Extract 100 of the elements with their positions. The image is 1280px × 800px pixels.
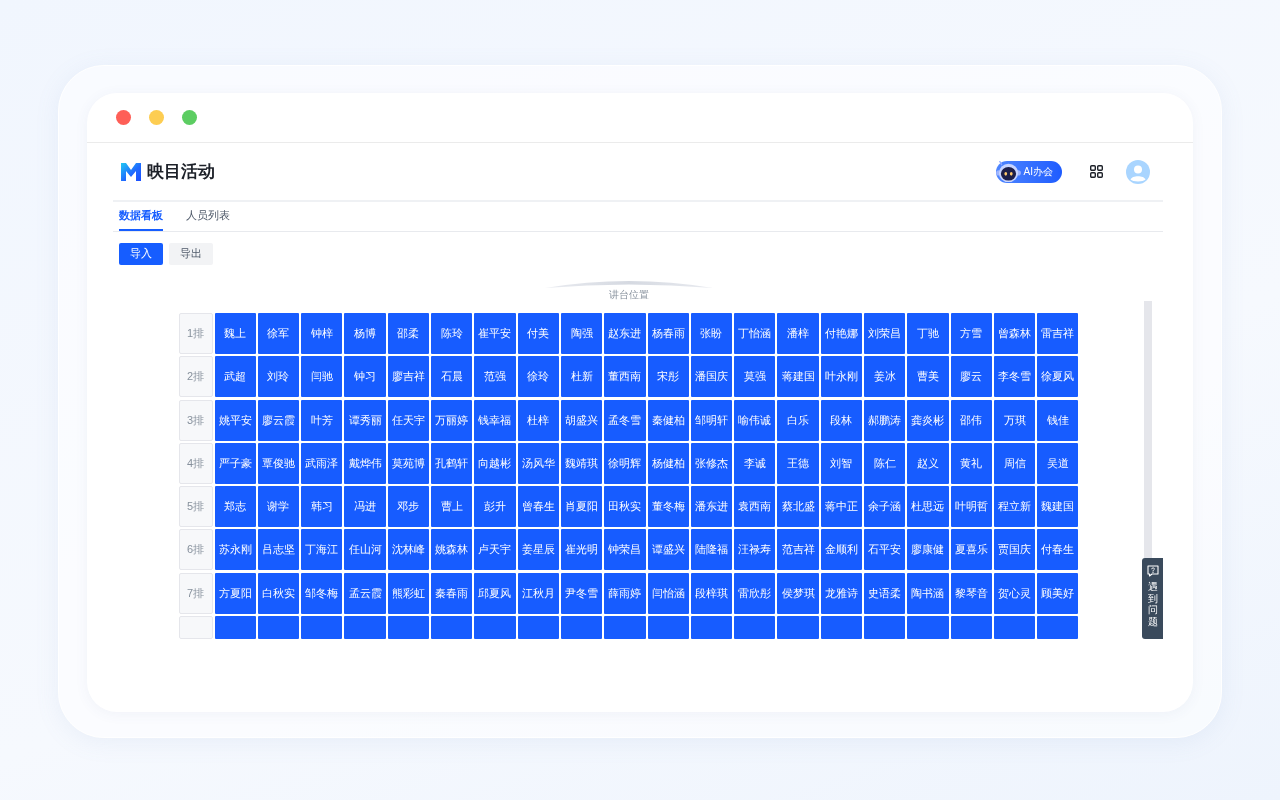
seat-cell: 白秋实 (257, 572, 300, 614)
seat-cell: 龙雅诗 (820, 572, 862, 614)
row-label-cell (178, 616, 213, 639)
seat-cell: 廖吉祥 (387, 356, 429, 398)
seat-cell: 姚森林 (431, 529, 473, 571)
row-label-cell: 1排 (178, 313, 213, 354)
seat-cell: 邹明轩 (690, 399, 733, 441)
seat-cell: 汤风华 (517, 442, 559, 484)
ai-assistant-button[interactable]: AI办会 (995, 160, 1062, 183)
seat-cell: 邹冬梅 (301, 572, 343, 614)
seat-cell: 顾美好 (1037, 572, 1079, 614)
seat-cell: 曹美 (907, 356, 949, 398)
row-label-cell: 6排 (178, 529, 213, 571)
seat-cell: 王德 (777, 442, 819, 484)
avatar-icon[interactable] (1126, 159, 1150, 184)
seat-cell: 付美 (517, 313, 559, 354)
seat-cell: 宋彤 (647, 356, 689, 398)
seat-cell: 尹冬雪 (560, 572, 603, 614)
seat-cell: 谭盛兴 (647, 529, 689, 571)
seat-cell: 范吉祥 (777, 529, 819, 571)
seat-cell: 秦春雨 (431, 572, 473, 614)
seat-cell: 陶强 (560, 313, 603, 354)
seat-cell: 姚平安 (214, 399, 256, 441)
seat-cell: 袁西南 (734, 486, 776, 528)
primary-button[interactable]: 导入 (119, 243, 163, 265)
seat-cell: 任山河 (344, 529, 386, 571)
tab[interactable]: 人员列表 (186, 202, 230, 231)
seat-cell: 廖云霞 (257, 399, 300, 441)
seat-cell: 金顺利 (820, 529, 862, 571)
seat-cell: 吕志坚 (257, 529, 300, 571)
seat-cell: 钟梓 (301, 313, 343, 354)
seat-cell: 谢学 (257, 486, 300, 528)
seat-cell: 魏建国 (1037, 486, 1079, 528)
secondary-button[interactable]: 导出 (169, 243, 213, 265)
close-button[interactable] (116, 110, 131, 125)
seat-cell: 卢天宇 (474, 529, 516, 571)
seat-cell: 方雪 (950, 313, 992, 354)
seat-cell: 莫苑博 (387, 442, 429, 484)
help-button[interactable]: 遇到问题 (1142, 558, 1163, 639)
help-icon (1146, 565, 1159, 577)
seat-cell: 苏永刚 (214, 529, 256, 571)
seat-cell: 秦健柏 (647, 399, 689, 441)
seat-cell: 赵东进 (604, 313, 646, 354)
scrollbar[interactable] (1144, 301, 1152, 558)
seat-cell: 程立新 (993, 486, 1036, 528)
seat-cell: 陶书涵 (907, 572, 949, 614)
seat-cell: 胡盛兴 (560, 399, 603, 441)
seat-cell: 陈仁 (864, 442, 906, 484)
seat-cell: 石晨 (431, 356, 473, 398)
robot-icon (995, 160, 1021, 183)
seat-cell: 雷欣彤 (734, 572, 776, 614)
logo-icon (121, 162, 141, 181)
seat-cell: 曹上 (431, 486, 473, 528)
seat-cell: 崔光明 (560, 529, 603, 571)
seat-cell: 郝鹏涛 (864, 399, 906, 441)
seat-cell: 向越彬 (474, 442, 516, 484)
seat-cell: 钟习 (344, 356, 386, 398)
grid-icon[interactable] (1090, 165, 1103, 178)
seat-cell: 崔平安 (474, 313, 516, 354)
seat-cell: 汪禄寿 (734, 529, 776, 571)
seat-cell: 江秋月 (517, 572, 559, 614)
seat-cell: 韩习 (301, 486, 343, 528)
stage-label: 讲台位置 (608, 288, 649, 301)
row-label-cell: 4排 (178, 442, 213, 484)
maximize-button[interactable] (182, 110, 197, 125)
seat-cell: 蔡北盛 (777, 486, 819, 528)
seat-cell: 武超 (214, 356, 256, 398)
seat-cell: 黄礼 (950, 442, 992, 484)
seat-cell: 丁怡涵 (734, 313, 776, 354)
seat-cell: 闫怡涵 (647, 572, 689, 614)
seat-cell: 曾森林 (993, 313, 1036, 354)
seat-cell: 姜星辰 (517, 529, 559, 571)
tab[interactable]: 数据看板 (119, 202, 163, 231)
seat-cell: 贺心灵 (993, 572, 1036, 614)
seat-cell: 覃俊驰 (257, 442, 300, 484)
seat-cell: 谭秀丽 (344, 399, 386, 441)
seat-cell: 严子豪 (214, 442, 256, 484)
seat-cell: 邱夏风 (474, 572, 516, 614)
seat-cell: 肖夏阳 (560, 486, 603, 528)
seat-cell: 徐玲 (517, 356, 559, 398)
seat-cell: 周信 (993, 442, 1036, 484)
seat-cell: 余子涵 (864, 486, 906, 528)
seat-cell: 丁海江 (301, 529, 343, 571)
seat-cell: 史语柔 (864, 572, 906, 614)
seat-cell: 赵义 (907, 442, 949, 484)
row-label-cell: 5排 (178, 486, 213, 528)
seat-cell: 陆隆福 (690, 529, 733, 571)
seat-cell: 蒋中正 (820, 486, 862, 528)
seat-cell: 潘国庆 (690, 356, 733, 398)
seat-cell: 蒋建国 (777, 356, 819, 398)
minimize-button[interactable] (149, 110, 164, 125)
seat-cell: 闫驰 (301, 356, 343, 398)
seat-cell: 叶明哲 (950, 486, 992, 528)
seat-cell: 付艳娜 (820, 313, 862, 354)
app-title: 映目活动 (147, 160, 215, 182)
seat-cell: 吴道 (1037, 442, 1079, 484)
seat-cell: 曾春生 (517, 486, 559, 528)
seat-cell: 钱幸福 (474, 399, 516, 441)
seat-cell: 姜冰 (864, 356, 906, 398)
seat-cell: 潘东进 (690, 486, 733, 528)
